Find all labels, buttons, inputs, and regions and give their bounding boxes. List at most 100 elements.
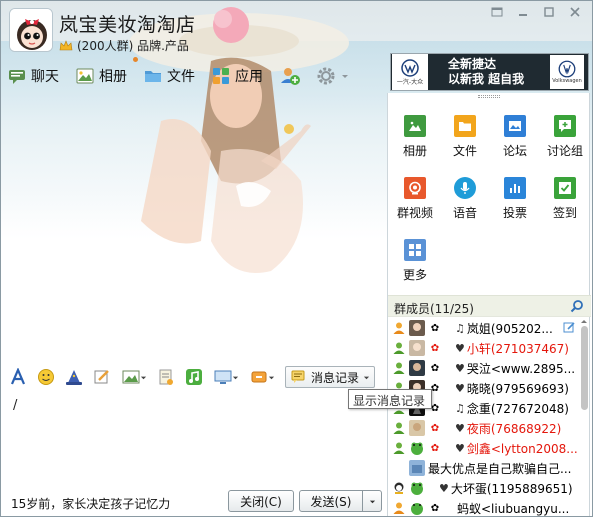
app-check-in[interactable]: 签到 (540, 177, 590, 221)
close-icon[interactable] (564, 4, 586, 20)
flower-icon: ✿ (430, 362, 440, 374)
send-options-button[interactable] (362, 490, 382, 512)
admin-icon (393, 342, 405, 354)
group-subtitle: (200人群) 品牌.产品 (59, 37, 189, 54)
tab-apps-label: 应用 (235, 69, 263, 85)
discussion-group-icon (554, 115, 576, 137)
chevron-down-icon (268, 376, 274, 379)
group-subtitle-text: (200人群) 品牌.产品 (77, 39, 189, 53)
owner-icon (393, 322, 405, 334)
photo-icon (404, 115, 426, 137)
app-voice[interactable]: 语音 (440, 177, 490, 221)
list-item[interactable]: ✿ ♥ 夜雨(76868922) (388, 418, 578, 438)
search-icon[interactable] (570, 299, 584, 313)
window-controls (486, 4, 586, 20)
flower-icon: ✿ (430, 342, 440, 354)
panel-grip[interactable] (478, 95, 500, 98)
members-header: 群成员(11/25) (388, 295, 591, 317)
pencil-note-icon (94, 370, 109, 384)
magic-button[interactable] (63, 366, 85, 388)
app-discussion[interactable]: 讨论组 (540, 115, 590, 159)
crown-icon (59, 40, 73, 51)
music-prefix: ♫ (455, 321, 465, 335)
heart-prefix: ♥ (455, 361, 465, 375)
send-button[interactable]: 发送(S) (299, 490, 363, 512)
emoji-button[interactable] (35, 366, 57, 388)
forum-icon (504, 115, 526, 137)
member-name: 夜雨(76868922) (466, 421, 562, 436)
admin-icon (393, 422, 405, 434)
chat-icon (9, 70, 25, 84)
app-files[interactable]: 文件 (440, 115, 490, 159)
ad-line2: 以新我 超自我 (448, 72, 525, 86)
tab-chat[interactable]: 聊天 (7, 64, 59, 88)
skin-icon[interactable] (486, 4, 508, 20)
message-history-icon (291, 370, 305, 383)
picture-icon (122, 370, 139, 384)
tab-files[interactable]: 文件 (143, 64, 195, 88)
folder-icon (454, 115, 476, 137)
list-item[interactable]: ✿ ♥ 哭泣<www.2895... (388, 358, 578, 378)
font-icon (10, 368, 26, 385)
message-history-label: 消息记录 (311, 370, 360, 385)
maximize-icon[interactable] (538, 4, 560, 20)
list-item[interactable]: ✿ ♥ 剑鑫<lytton2008... (388, 438, 578, 458)
music-button[interactable] (183, 366, 205, 388)
scroll-up-icon[interactable] (579, 318, 589, 324)
avatar (409, 420, 425, 436)
app-group-video[interactable]: 群视频 (390, 177, 440, 221)
image-button[interactable] (119, 366, 149, 388)
group-avatar[interactable] (9, 8, 53, 52)
main-toolbar: 聊天 相册 文件 应用 (7, 63, 365, 89)
list-item[interactable]: ✿ ♫ 岚姐(905202... (388, 318, 578, 338)
message-history-button[interactable]: 消息记录 (285, 366, 375, 388)
frog-avatar (411, 503, 423, 515)
member-name: 哭泣<www.2895... (466, 361, 576, 376)
check-in-icon (554, 177, 576, 199)
note-button[interactable] (155, 366, 177, 388)
footer-news-link[interactable]: 15岁前，家长决定孩子记忆力 (11, 495, 170, 512)
app-forum[interactable]: 论坛 (490, 115, 540, 159)
tab-album-label: 相册 (99, 69, 127, 85)
screenshot-button[interactable] (211, 366, 241, 388)
list-item[interactable]: ♥ 大坏蛋(1195889651) (388, 478, 578, 498)
tab-album[interactable]: 相册 (75, 64, 127, 88)
member-name: 蚂蚁<liubuangyu... (457, 501, 570, 516)
message-input[interactable]: / (7, 393, 383, 485)
ad-banner[interactable]: 一汽-大众 全新捷达 以新我 超自我 Volkswagen (390, 53, 589, 91)
more-apps-icon (404, 239, 426, 261)
list-item[interactable]: ✿ ♥ 小轩(271037467) (388, 338, 578, 358)
chevron-down-icon (232, 376, 238, 379)
member-name: 晓晓(979569693) (466, 381, 569, 396)
app-album[interactable]: 相册 (390, 115, 440, 159)
chevron-down-icon (363, 376, 370, 379)
flower-icon: ✿ (430, 422, 440, 434)
settings-button[interactable] (315, 64, 349, 88)
avatar (409, 460, 425, 476)
group-video-icon (404, 177, 426, 199)
list-item[interactable]: ✿ 蚂蚁<liubuangyu... (388, 498, 578, 516)
tab-apps[interactable]: 应用 (211, 64, 263, 88)
close-button[interactable]: 关闭(C) (228, 490, 294, 512)
chevron-down-icon (342, 75, 348, 78)
avatar (409, 320, 425, 336)
app-vote[interactable]: 投票 (490, 177, 540, 221)
heart-prefix: ♥ (439, 481, 449, 495)
doodle-button[interactable] (91, 366, 113, 388)
list-item[interactable]: 最大优点是自己欺骗自己... (388, 458, 578, 478)
app-more[interactable]: 更多 (390, 239, 440, 283)
ad-brand-left: 一汽-大众 (396, 78, 424, 86)
add-member-button[interactable] (279, 64, 305, 88)
members-title: 群成员(11/25) (394, 302, 474, 316)
apps-grid-icon (213, 68, 229, 84)
edit-icon[interactable] (563, 321, 576, 334)
app-more-label: 更多 (402, 268, 427, 282)
gear-icon (317, 67, 335, 85)
scroll-thumb[interactable] (581, 326, 588, 410)
shake-button[interactable] (247, 366, 277, 388)
music-note-icon (186, 369, 202, 385)
member-name: 岚姐(905202... (466, 321, 553, 336)
member-list-scrollbar[interactable] (579, 318, 589, 516)
minimize-icon[interactable] (512, 4, 534, 20)
font-button[interactable] (7, 366, 29, 388)
